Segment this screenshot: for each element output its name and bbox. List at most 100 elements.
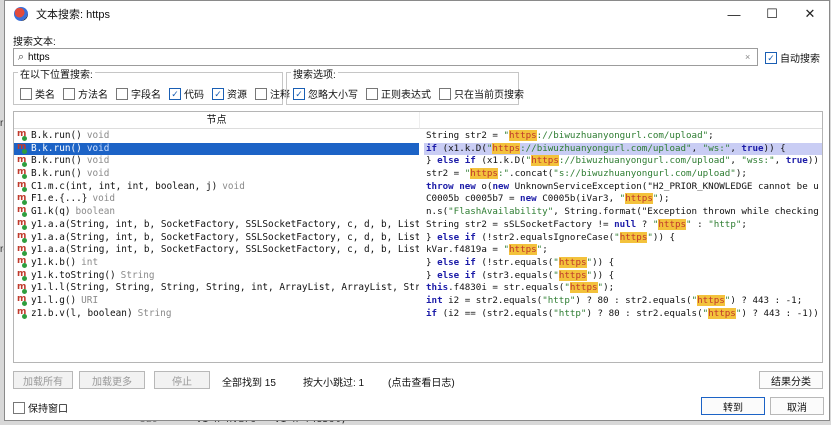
footer-bar: 加载所有 加载更多 停止 全部找到 15 按大小跳过: 1 (点击查看日志) 结… (13, 371, 825, 389)
result-name: C1.m.c(int, int, int, boolean, j) (31, 180, 218, 192)
result-item[interactable]: y1.l.l(String, String, String, String, i… (14, 282, 419, 295)
load-more-button[interactable]: 加载更多 (79, 371, 145, 389)
result-item[interactable]: z1.b.v(l, boolean) String (14, 308, 419, 321)
checkbox-box (20, 87, 32, 100)
method-icon (17, 308, 27, 319)
stop-button[interactable]: 停止 (154, 371, 210, 389)
minimize-icon[interactable]: — (715, 1, 753, 27)
result-name: y1.a.a(String, int, b, SocketFactory, SS… (31, 218, 419, 230)
result-item[interactable]: B.k.run() void (14, 168, 419, 181)
result-item[interactable]: F1.e.{...} void (14, 193, 419, 206)
result-item[interactable]: y1.a.a(String, int, b, SocketFactory, SS… (14, 232, 419, 245)
checkbox-box (63, 87, 75, 100)
result-item[interactable]: B.k.run() void (14, 155, 419, 168)
code-line[interactable]: } else if (x1.k.D("https://biwuzhuanyong… (424, 155, 822, 168)
checkbox-忽略大小写[interactable]: ✓ 忽略大小写 (293, 86, 358, 101)
checkbox-label: 资源 (227, 90, 247, 101)
code-line[interactable]: kVar.f4819a = "https"; (424, 244, 822, 257)
result-type: URI (81, 294, 99, 306)
maximize-icon[interactable]: ☐ (753, 1, 791, 27)
auto-search-checkbox[interactable]: ✓ 自动搜索 (765, 50, 820, 65)
search-field[interactable]: ⌕ × (13, 48, 758, 66)
checkbox-注释[interactable]: 注释 (255, 86, 290, 101)
code-line[interactable]: String str2 = sSLSocketFactory != null ?… (424, 218, 822, 232)
search-scope-group: 在以下位置搜索: 类名 方法名 字段名 ✓ 代码 ✓ 资源 注释 (13, 66, 290, 105)
result-name: B.k.run() (31, 168, 82, 180)
result-name: B.k.run() (31, 155, 82, 167)
search-input[interactable] (28, 50, 745, 64)
results-panel: 节点 B.k.run() void B.k.run() void B.k.run() vo… (13, 111, 823, 363)
method-icon (17, 295, 27, 307)
checkbox-box (116, 87, 128, 100)
code-line[interactable]: String str2 = "https://biwuzhuanyongurl.… (424, 130, 822, 143)
result-name: B.k.run() (31, 130, 82, 141)
code-line[interactable]: if (i2 == (str2.equals("http") ? 80 : st… (424, 307, 822, 321)
code-line[interactable]: } else if (str3.equals("https")) { (424, 269, 822, 283)
load-all-button[interactable]: 加载所有 (13, 371, 73, 389)
result-item[interactable]: B.k.run() void (14, 130, 419, 143)
method-icon (17, 143, 27, 155)
method-icon (17, 232, 27, 243)
code-line[interactable]: this.f4830i = str.equals("https"); (424, 282, 822, 295)
result-name: y1.k.b() (31, 256, 77, 268)
method-icon (17, 270, 27, 281)
close-icon[interactable]: ✕ (791, 1, 829, 27)
goto-button[interactable]: 转到 (701, 397, 765, 415)
code-line[interactable]: if (x1.k.D("https://biwuzhuanyongurl.com… (424, 142, 822, 156)
code-line[interactable]: int i2 = str2.equals("http") ? 80 : str2… (424, 294, 822, 308)
skip-size-text: 按大小跳过: 1 (303, 378, 365, 389)
checkbox-方法名[interactable]: 方法名 (63, 86, 108, 101)
code-line[interactable]: throw new o(new UnknownServiceException(… (424, 181, 822, 194)
scope-options: 类名 方法名 字段名 ✓ 代码 ✓ 资源 注释 (20, 86, 290, 101)
checkbox-正则表达式[interactable]: 正则表达式 (366, 86, 431, 101)
result-item[interactable]: y1.k.b() int (14, 257, 419, 270)
view-log-link[interactable]: (点击查看日志) (388, 374, 455, 389)
method-icon (17, 181, 27, 193)
result-type: int (81, 256, 99, 268)
result-type: void (92, 193, 116, 205)
code-line[interactable]: str2 = "https:".concat("s://biwuzhuanyon… (424, 168, 822, 181)
search-icon: ⌕ (17, 50, 25, 63)
results-list: B.k.run()voidB.k.run()voidB.k.run()voidB… (14, 130, 419, 320)
check-icon: ✓ (765, 51, 777, 64)
checkbox-类名[interactable]: 类名 (20, 86, 55, 101)
keep-window-label: 保持窗口 (28, 404, 68, 415)
checkbox-label: 类名 (35, 90, 55, 101)
checkbox-代码[interactable]: ✓ 代码 (169, 86, 204, 101)
result-name: y1.k.toString() (31, 269, 116, 281)
app-icon (14, 7, 28, 21)
node-column-header[interactable]: 节点 (14, 112, 419, 129)
clear-icon[interactable]: × (745, 52, 757, 62)
checkbox-label: 只在当前页搜索 (454, 90, 524, 101)
result-item[interactable]: y1.l.g() URI (14, 295, 419, 308)
title-bar: 文本搜索: https — ☐ ✕ (5, 1, 829, 27)
code-line[interactable]: } else if (!str.equals("https")) { (424, 256, 822, 270)
code-line[interactable]: n.s("FlashAvailability", String.format("… (424, 206, 822, 219)
result-name: B.k.run() (31, 142, 82, 154)
check-icon: ✓ (212, 87, 224, 100)
code-column-header[interactable] (419, 112, 822, 129)
checkbox-box (255, 87, 267, 100)
checkbox-label: 字段名 (131, 90, 161, 101)
result-item[interactable]: y1.a.a(String, int, b, SocketFactory, SS… (14, 219, 419, 232)
code-line[interactable]: } else if (!str2.equalsIgnoreCase("https… (424, 231, 822, 245)
checkbox-只在当前页搜索[interactable]: 只在当前页搜索 (439, 86, 524, 101)
checkbox-box (13, 401, 25, 414)
result-name: G1.k(q) (31, 206, 71, 218)
result-item[interactable]: C1.m.c(int, int, int, boolean, j) void (14, 181, 419, 194)
window-title: 文本搜索: https (36, 9, 110, 21)
method-icon (17, 155, 27, 167)
result-item[interactable]: y1.k.toString() String (14, 270, 419, 283)
check-icon: ✓ (169, 87, 181, 100)
code-line[interactable]: C0005b c0005b7 = new C0005b(iVar3, "http… (424, 193, 822, 206)
cancel-button[interactable]: 取消 (770, 397, 824, 415)
group-results-button[interactable]: 结果分类 (759, 371, 823, 389)
checkbox-资源[interactable]: ✓ 资源 (212, 86, 247, 101)
result-item[interactable]: B.k.run() void (14, 142, 419, 156)
checkbox-字段名[interactable]: 字段名 (116, 86, 161, 101)
result-type: String (137, 307, 172, 319)
keep-window-checkbox[interactable]: 保持窗口 (13, 400, 68, 415)
result-item[interactable]: y1.a.a(String, int, b, SocketFactory, SS… (14, 244, 419, 257)
result-item[interactable]: G1.k(q) boolean (14, 206, 419, 219)
result-type: void (222, 180, 245, 192)
